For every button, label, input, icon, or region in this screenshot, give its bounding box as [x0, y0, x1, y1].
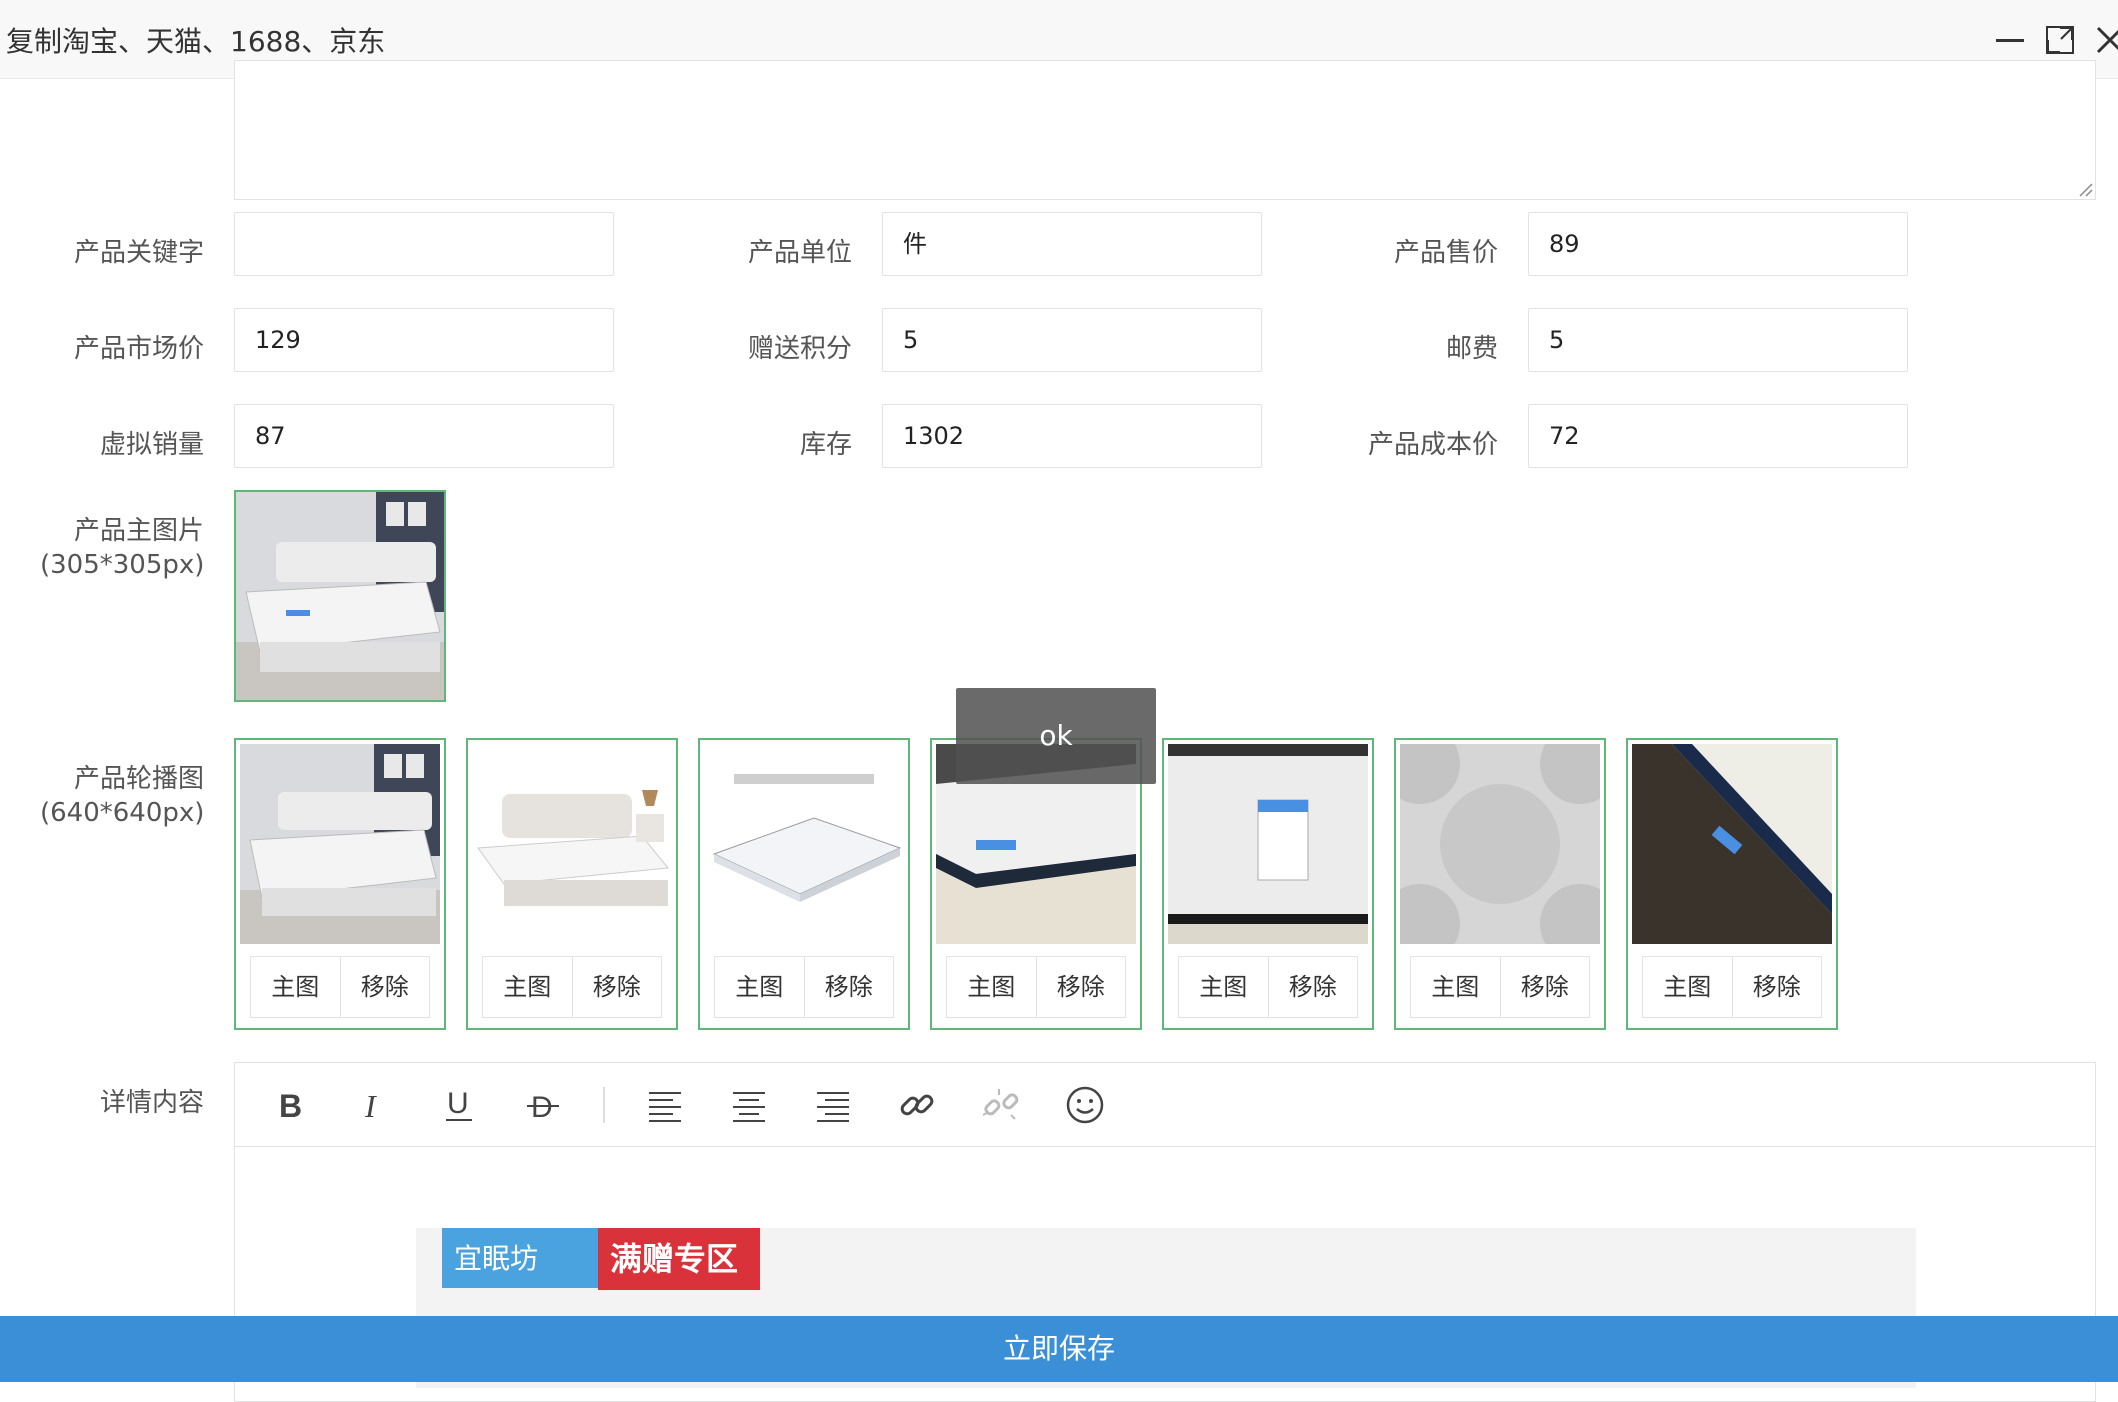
- postage-input[interactable]: 5: [1528, 308, 1908, 372]
- keyword-input[interactable]: [234, 212, 614, 276]
- mattress-edge-image: [1632, 744, 1832, 944]
- brand-text: 宜眠坊: [454, 1242, 538, 1275]
- price-input[interactable]: 89: [1528, 212, 1908, 276]
- postage-label: 邮费: [1445, 334, 1498, 364]
- resize-grip-icon[interactable]: [2076, 180, 2094, 198]
- carousel-item: 主图 移除: [1394, 738, 1606, 1030]
- carousel-actions: 主图 移除: [1410, 956, 1590, 1018]
- carousel-actions: 主图 移除: [482, 956, 662, 1018]
- detail-label: 详情内容: [99, 1088, 204, 1118]
- mattress-texture-image: [1400, 744, 1600, 944]
- virtual-sales-input[interactable]: 87: [234, 404, 614, 468]
- set-main-button[interactable]: 主图: [483, 957, 572, 1017]
- carousel-item: 主图 移除: [1162, 738, 1374, 1030]
- align-left-icon[interactable]: [643, 1083, 687, 1127]
- carousel-actions: 主图 移除: [714, 956, 894, 1018]
- bed-image: [236, 492, 444, 700]
- align-right-icon[interactable]: [811, 1083, 855, 1127]
- set-main-button[interactable]: 主图: [251, 957, 340, 1017]
- svg-text:I: I: [364, 1088, 377, 1124]
- main-image-size-hint: (305*305px): [40, 550, 205, 580]
- close-icon[interactable]: [2090, 20, 2118, 60]
- emoji-icon[interactable]: [1063, 1083, 1107, 1127]
- main-image-thumb[interactable]: [234, 490, 446, 702]
- carousel-item: 主图 移除: [1626, 738, 1838, 1030]
- minimize-icon[interactable]: [1990, 20, 2030, 60]
- carousel-label: 产品轮播图: [73, 764, 204, 794]
- mattress-label-image: [1168, 744, 1368, 944]
- remove-button[interactable]: 移除: [571, 957, 662, 1017]
- carousel-item: 主图 移除: [234, 738, 446, 1030]
- bed-image: [240, 744, 440, 944]
- svg-text:B: B: [279, 1088, 302, 1124]
- points-input[interactable]: 5: [882, 308, 1262, 372]
- remove-button[interactable]: 移除: [803, 957, 894, 1017]
- editor-toolbar: B I U D: [235, 1063, 2095, 1147]
- main-image-label: 产品主图片: [73, 516, 204, 546]
- maximize-icon[interactable]: [2040, 20, 2080, 60]
- strikethrough-icon[interactable]: D: [521, 1083, 565, 1127]
- market-price-label: 产品市场价: [73, 334, 204, 364]
- set-main-button[interactable]: 主图: [1179, 957, 1268, 1017]
- carousel-actions: 主图 移除: [1178, 956, 1358, 1018]
- carousel-item: 主图 移除: [466, 738, 678, 1030]
- save-button[interactable]: 立即保存: [0, 1316, 2118, 1382]
- brand-logo: 宜眠坊 满赠专区: [442, 1228, 760, 1290]
- unit-input[interactable]: 件: [882, 212, 1262, 276]
- toolbar-divider: [603, 1087, 605, 1123]
- align-center-icon[interactable]: [727, 1083, 771, 1127]
- virtual-sales-label: 虚拟销量: [99, 430, 204, 460]
- promo-text: 满赠专区: [610, 1240, 738, 1278]
- set-main-button[interactable]: 主图: [1643, 957, 1732, 1017]
- unit-label: 产品单位: [747, 238, 852, 268]
- unlink-icon[interactable]: [979, 1083, 1023, 1127]
- carousel-actions: 主图 移除: [946, 956, 1126, 1018]
- bed-image: [472, 744, 672, 944]
- description-textarea[interactable]: [234, 60, 2096, 200]
- keyword-label: 产品关键字: [73, 238, 204, 268]
- points-label: 赠送积分: [747, 334, 852, 364]
- remove-button[interactable]: 移除: [1731, 957, 1822, 1017]
- link-icon[interactable]: [895, 1083, 939, 1127]
- remove-button[interactable]: 移除: [1267, 957, 1358, 1017]
- carousel-actions: 主图 移除: [250, 956, 430, 1018]
- stock-input[interactable]: 1302: [882, 404, 1262, 468]
- svg-text:D: D: [531, 1091, 553, 1124]
- window-title: 复制淘宝、天猫、1688、京东: [6, 25, 386, 58]
- cost-input[interactable]: 72: [1528, 404, 1908, 468]
- set-main-button[interactable]: 主图: [715, 957, 804, 1017]
- remove-button[interactable]: 移除: [1499, 957, 1590, 1017]
- svg-text:U: U: [447, 1087, 469, 1120]
- carousel-actions: 主图 移除: [1642, 956, 1822, 1018]
- bold-icon[interactable]: B: [269, 1083, 313, 1127]
- carousel-size-hint: (640*640px): [40, 798, 205, 828]
- cost-label: 产品成本价: [1367, 430, 1498, 460]
- remove-button[interactable]: 移除: [339, 957, 430, 1017]
- stock-label: 库存: [799, 430, 852, 460]
- underline-icon[interactable]: U: [437, 1083, 481, 1127]
- toast-message: ok: [956, 688, 1156, 784]
- market-price-input[interactable]: 129: [234, 308, 614, 372]
- price-label: 产品售价: [1393, 238, 1498, 268]
- italic-icon[interactable]: I: [353, 1083, 397, 1127]
- set-main-button[interactable]: 主图: [947, 957, 1036, 1017]
- mattress-diagram-image: [704, 744, 904, 944]
- remove-button[interactable]: 移除: [1035, 957, 1126, 1017]
- set-main-button[interactable]: 主图: [1411, 957, 1500, 1017]
- carousel-item: 主图 移除: [698, 738, 910, 1030]
